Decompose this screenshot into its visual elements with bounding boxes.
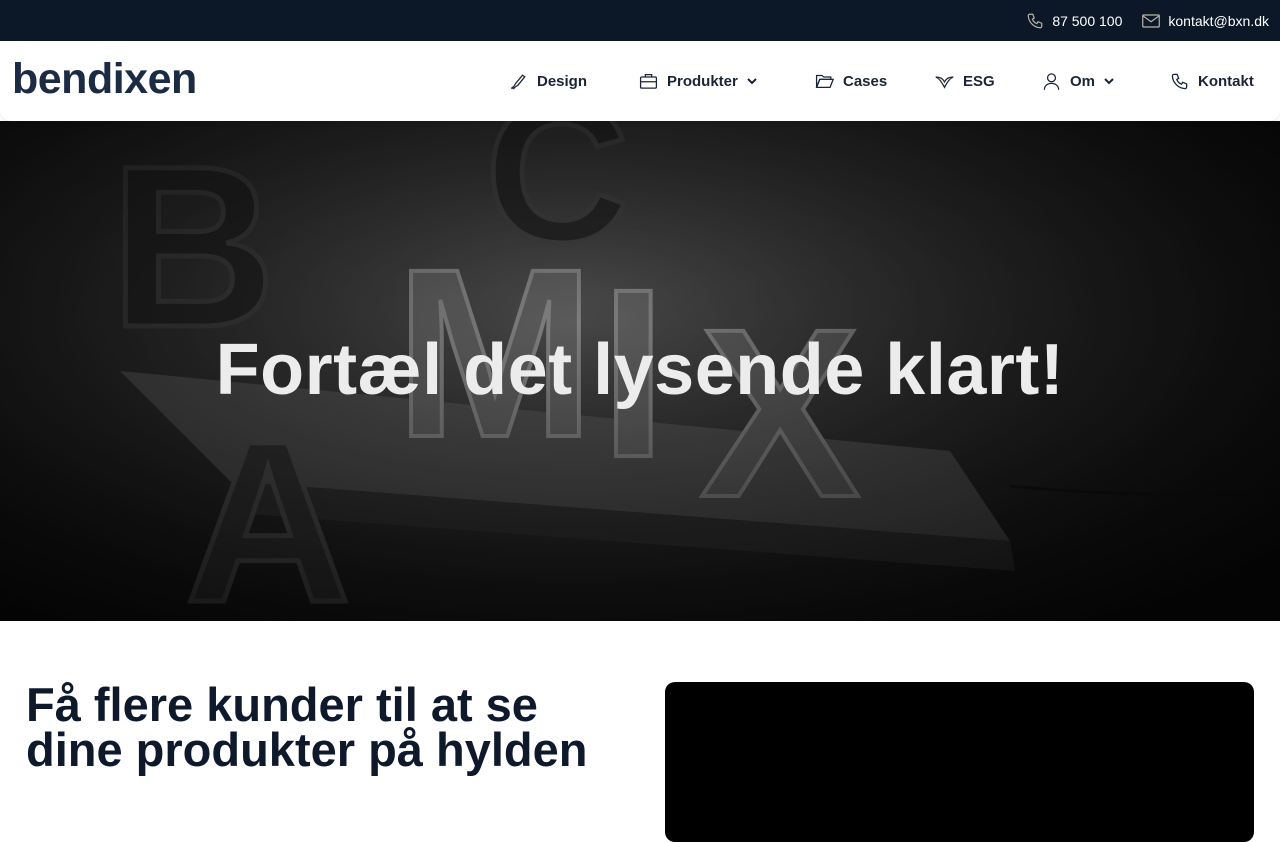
briefcase-icon bbox=[639, 74, 658, 89]
pen-icon bbox=[510, 73, 526, 89]
hero-banner: B C M I X A Fortæl det lysende klart! bbox=[0, 121, 1280, 621]
topbar-phone-link[interactable]: 87 500 100 bbox=[1026, 12, 1122, 30]
topbar-email-link[interactable]: kontakt@bxn.dk bbox=[1142, 13, 1269, 29]
nav-item-om[interactable]: Om bbox=[1042, 41, 1114, 121]
leaf-icon bbox=[935, 76, 954, 89]
topbar-email-text: kontakt@bxn.dk bbox=[1168, 12, 1269, 29]
nav-item-cases[interactable]: Cases bbox=[815, 41, 887, 121]
nav-label-om: Om bbox=[1070, 72, 1096, 90]
phone-icon bbox=[1027, 13, 1043, 28]
bendixen-logo[interactable]: bendixen bbox=[12, 55, 197, 104]
chevron-down-icon bbox=[1104, 78, 1114, 85]
hero-title: Fortæl det lysende klart! bbox=[215, 330, 1065, 410]
nav-item-esg[interactable]: ESG bbox=[935, 41, 995, 121]
user-icon bbox=[1043, 73, 1060, 90]
top-contact-bar: 87 500 100 kontakt@bxn.dk bbox=[0, 0, 1280, 41]
nav-label-cases: Cases bbox=[843, 72, 888, 90]
topbar-phone-text: 87 500 100 bbox=[1052, 12, 1123, 29]
nav-item-kontakt[interactable]: Kontakt bbox=[1170, 41, 1254, 121]
nav-item-design[interactable]: Design bbox=[509, 41, 587, 121]
nav-item-produkter[interactable]: Produkter bbox=[639, 41, 757, 121]
site-header: bendixen Design Produkter Cases ESG Om K… bbox=[0, 41, 1280, 121]
phone-icon bbox=[1171, 73, 1188, 89]
nav-label-design: Design bbox=[537, 72, 588, 90]
folder-icon bbox=[815, 74, 834, 88]
chevron-down-icon bbox=[747, 78, 757, 85]
envelope-icon bbox=[1142, 13, 1161, 28]
video-player[interactable] bbox=[665, 682, 1254, 842]
section-heading: Få flere kunder til at se dine produkter… bbox=[26, 678, 588, 776]
nav-label-kontakt: Kontakt bbox=[1198, 72, 1254, 90]
nav-label-esg: ESG bbox=[963, 72, 995, 90]
nav-label-produkter: Produkter bbox=[667, 72, 738, 90]
